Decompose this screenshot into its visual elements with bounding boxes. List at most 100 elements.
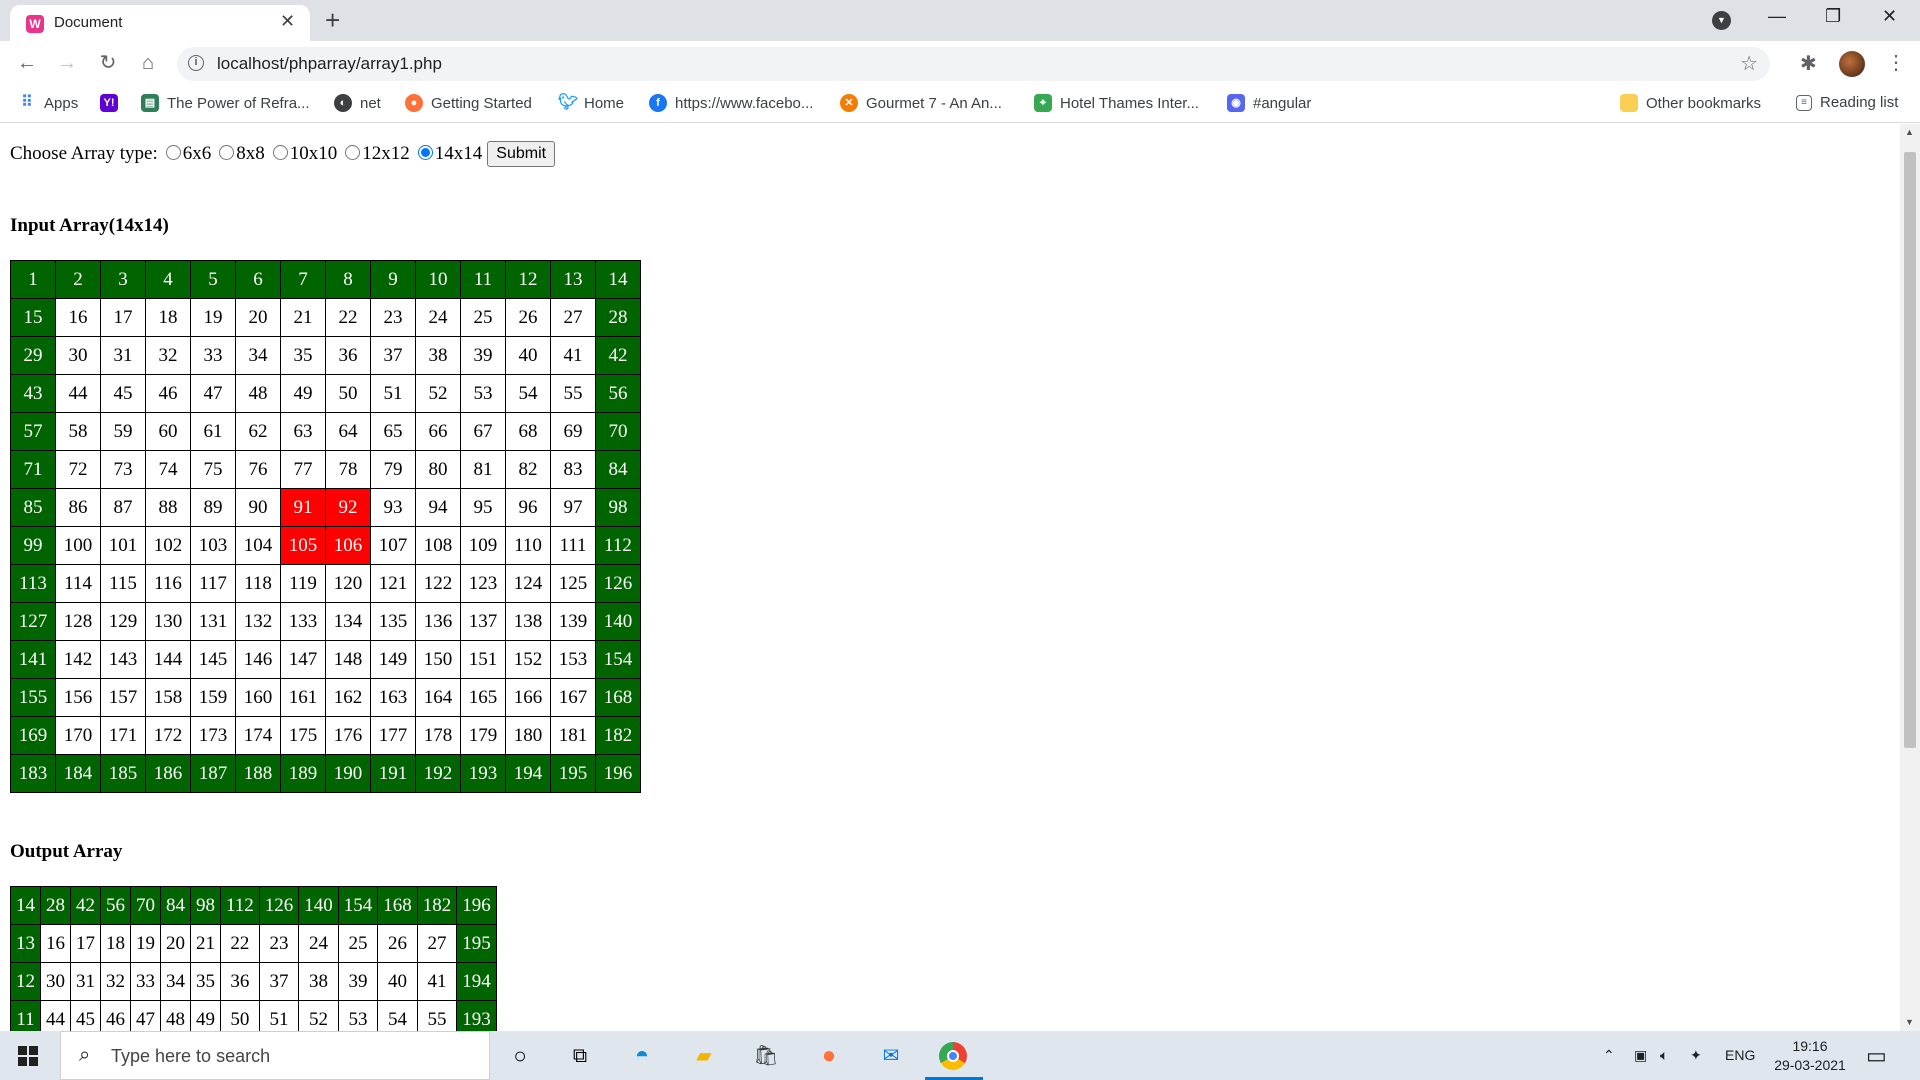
store-icon[interactable]: 🛍︎ [752,1042,780,1070]
scroll-up-icon[interactable]: ▲ [1905,127,1914,137]
minimize-icon[interactable]: — [1768,6,1786,27]
system-clock[interactable]: 19:16 29-03-2021 [1770,1037,1850,1075]
meet-now-icon[interactable]: ▣ [1634,1047,1647,1064]
clock-date: 29-03-2021 [1774,1057,1846,1073]
edge-icon[interactable]: ◓ [628,1042,656,1070]
output-cell: 53 [337,1000,379,1031]
input-cell: 32 [145,336,191,375]
input-cell: 57 [10,412,56,451]
input-cell: 189 [280,754,326,793]
input-cell: 188 [235,754,281,793]
scrollbar-thumb[interactable] [1904,152,1916,748]
tab-document[interactable]: W Document ✕ [10,5,310,41]
input-cell: 45 [100,374,146,413]
home-icon[interactable]: ⌂ [136,51,160,75]
bookmark-yahoo[interactable]: Y! [100,94,118,112]
tab-search-icon[interactable]: ▼ [1712,11,1731,30]
bookmark-hotel-thames[interactable]: ⌖ Hotel Thames Inter... [1034,94,1199,112]
input-cell: 34 [235,336,281,375]
forward-icon[interactable]: → [55,51,79,75]
taskbar-search-input[interactable]: ⌕ Type here to search [60,1031,490,1080]
chrome-taskbar-icon[interactable] [939,1042,967,1070]
bookmark-facebook[interactable]: f https://www.facebo... [649,94,813,112]
cortana-icon[interactable]: ○ [506,1042,534,1070]
window-close-icon[interactable]: ✕ [1882,6,1897,27]
input-cell: 75 [190,450,236,489]
apps-grid-icon: ⠿ [21,94,33,111]
input-cell: 134 [325,602,371,641]
notification-icon[interactable]: ▭ [1866,1043,1887,1069]
input-cell: 155 [10,678,56,717]
back-icon[interactable]: ← [15,51,39,75]
info-icon[interactable]: i [188,55,204,71]
output-cell: 11 [10,1000,41,1031]
output-cell: 48 [160,1000,191,1031]
radio-6x6[interactable] [165,144,181,160]
clock-time: 19:16 [1792,1038,1828,1054]
input-cell: 181 [550,716,596,755]
input-cell: 99 [10,526,56,565]
input-cell: 95 [460,488,506,527]
reload-icon[interactable]: ↻ [96,51,120,75]
bookmark-label: Hotel Thames Inter... [1060,94,1199,112]
input-cell: 135 [370,602,416,641]
radio-8x8[interactable] [219,144,235,160]
input-cell: 129 [100,602,146,641]
bookmark-reading-list[interactable]: ≡ Reading list [1796,94,1898,111]
bookmark-getting-started[interactable]: ● Getting Started [405,94,532,112]
windows-start-icon[interactable] [18,1046,38,1066]
input-cell: 67 [460,412,506,451]
firefox-taskbar-icon[interactable]: ● [815,1042,843,1070]
input-cell: 5 [190,260,236,299]
bookmark-home[interactable]: 🐦︎ Home [558,94,624,112]
dropbox-icon[interactable]: ✦ [1690,1047,1702,1064]
input-cell: 125 [550,564,596,603]
bookmark-gourmet[interactable]: ✕ Gourmet 7 - An An... [840,94,1002,112]
language-indicator[interactable]: ENG [1725,1047,1755,1063]
bookmark-net[interactable]: ◐ net [334,94,381,112]
table-row: 113 114 115 116 117 118 119 120 121 122 123 124 125 1… [10,564,641,603]
file-explorer-icon[interactable]: ▰ [690,1042,718,1070]
input-cell: 106 [325,526,371,565]
output-cell: 45 [70,1000,101,1031]
input-cell: 12 [505,260,551,299]
bookmarks-bar: ⠿ Apps Y! ▤ The Power of Refra... ◐ net … [0,87,1920,123]
input-cell: 22 [325,298,371,337]
table-row: 14 28 42 56 70 84 98 112 126 140 154 168 182 196 [10,886,497,925]
radio-10x10[interactable] [272,144,288,160]
bookmark-star-icon[interactable]: ☆ [1740,51,1758,76]
bookmark-angular[interactable]: ◉ #angular [1227,94,1311,112]
table-row: 155 156 157 158 159 160 161 162 163 164 165 166 167 1… [10,678,641,717]
volume-icon[interactable]: 🔈︎ [1660,1047,1668,1064]
new-tab-button[interactable]: + [325,6,340,34]
address-bar[interactable]: i localhost/phparray/array1.php ☆ [177,47,1770,81]
input-cell: 3 [100,260,146,299]
input-cell: 139 [550,602,596,641]
bookmark-other[interactable]: Other bookmarks [1620,94,1761,112]
extensions-icon[interactable]: ✱ [1800,51,1817,76]
bookmark-apps[interactable]: ⠿ Apps [18,94,78,112]
output-cell: 27 [416,924,458,963]
input-cell: 167 [550,678,596,717]
tray-chevron-icon[interactable]: ⌃ [1603,1047,1615,1064]
table-row: 13 16 17 18 19 20 21 22 23 24 25 26 27 195 [10,924,497,963]
radio-12x12[interactable] [345,144,361,160]
menu-dots-icon[interactable]: ⋮ [1886,50,1906,75]
input-cell: 185 [100,754,146,793]
output-cell: 194 [456,962,497,1001]
scroll-down-icon[interactable]: ▼ [1905,1017,1914,1027]
restore-icon[interactable]: ❐ [1825,6,1841,27]
input-cell: 169 [10,716,56,755]
input-cell: 52 [415,374,461,413]
bookmark-power-of-refra[interactable]: ▤ The Power of Refra... [141,94,310,112]
submit-button[interactable]: Submit [487,141,556,167]
vertical-scrollbar[interactable]: ▲ ▼ [1900,124,1920,1031]
radio-14x14[interactable] [417,144,433,160]
input-cell: 72 [55,450,101,489]
close-icon[interactable]: ✕ [280,11,295,31]
url-text[interactable]: localhost/phparray/array1.php [217,54,442,74]
mail-icon[interactable]: ✉ [877,1042,905,1070]
avatar[interactable] [1839,51,1865,77]
task-view-icon[interactable]: ⧉ [566,1042,594,1070]
tab-favicon-icon: W [26,15,44,33]
